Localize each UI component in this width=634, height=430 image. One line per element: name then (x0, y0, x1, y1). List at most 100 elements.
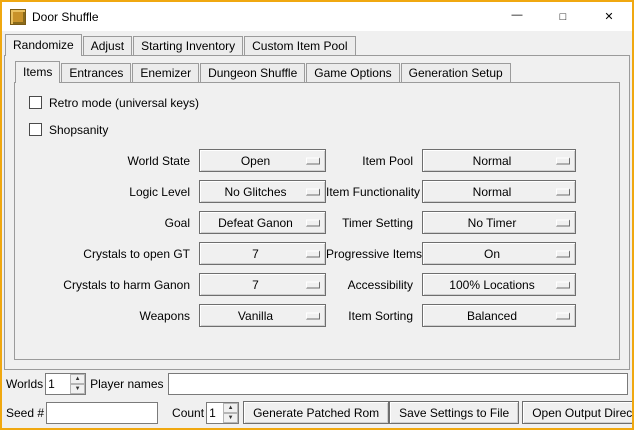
crystals-ganon-dropdown[interactable]: 7 (199, 273, 326, 296)
spin-down-icon[interactable]: ▼ (223, 413, 238, 423)
dropdown-indicator-icon (556, 281, 570, 288)
progressive-items-dropdown[interactable]: On (422, 242, 576, 265)
spin-down-icon[interactable]: ▼ (70, 384, 85, 394)
window-title: Door Shuffle (32, 10, 99, 24)
goal-label: Goal (19, 216, 199, 230)
weapons-dropdown[interactable]: Vanilla (199, 304, 326, 327)
item-pool-label: Item Pool (326, 154, 422, 168)
goal-value: Defeat Ganon (218, 216, 307, 230)
titlebar[interactable]: Door Shuffle — □ ✕ (2, 2, 632, 31)
minimize-icon: — (512, 9, 523, 21)
item-sorting-value: Balanced (467, 309, 531, 323)
dropdown-indicator-icon (556, 219, 570, 226)
seed-input[interactable] (46, 402, 158, 424)
accessibility-dropdown[interactable]: 100% Locations (422, 273, 576, 296)
crystals-gt-dropdown[interactable]: 7 (199, 242, 326, 265)
logic-level-row: Logic Level No Glitches (19, 180, 326, 203)
item-sorting-dropdown[interactable]: Balanced (422, 304, 576, 327)
randomize-pane: Items Entrances Enemizer Dungeon Shuffle… (4, 55, 630, 370)
item-pool-value: Normal (473, 154, 526, 168)
tab-randomize[interactable]: Randomize (5, 34, 82, 56)
tab-game-options[interactable]: Game Options (306, 63, 399, 82)
goal-dropdown[interactable]: Defeat Ganon (199, 211, 326, 234)
seed-row: Seed # Count ▲ ▼ Generate Patched Rom Sa… (6, 401, 628, 424)
progressive-items-row: Progressive Items On (326, 242, 576, 265)
world-state-dropdown[interactable]: Open (199, 149, 326, 172)
tab-items[interactable]: Items (15, 61, 60, 83)
weapons-row: Weapons Vanilla (19, 304, 326, 327)
sub-tab-bar: Items Entrances Enemizer Dungeon Shuffle… (14, 61, 620, 82)
player-names-label: Player names (90, 377, 163, 391)
player-names-input[interactable] (168, 373, 629, 395)
dropdown-indicator-icon (306, 157, 320, 164)
world-state-label: World State (19, 154, 199, 168)
accessibility-label: Accessibility (326, 278, 422, 292)
tab-enemizer[interactable]: Enemizer (132, 63, 199, 82)
minimize-button[interactable]: — (494, 2, 540, 31)
world-state-value: Open (241, 154, 284, 168)
dropdown-indicator-icon (306, 281, 320, 288)
item-sorting-row: Item Sorting Balanced (326, 304, 576, 327)
retro-mode-label: Retro mode (universal keys) (49, 96, 199, 110)
settings-grid: World State Open Logic Level No Glitches (19, 149, 615, 327)
dropdown-indicator-icon (556, 188, 570, 195)
tab-adjust[interactable]: Adjust (83, 36, 132, 55)
accessibility-value: 100% Locations (449, 278, 548, 292)
count-spin-arrows: ▲ ▼ (223, 403, 238, 423)
settings-column-left: World State Open Logic Level No Glitches (19, 149, 326, 327)
crystals-gt-row: Crystals to open GT 7 (19, 242, 326, 265)
bottom-bar: Worlds ▲ ▼ Player names Seed # Count (4, 373, 630, 424)
progressive-items-label: Progressive Items (326, 247, 422, 261)
logic-level-dropdown[interactable]: No Glitches (199, 180, 326, 203)
tab-dungeon-shuffle[interactable]: Dungeon Shuffle (200, 63, 305, 82)
retro-mode-checkbox[interactable] (29, 96, 42, 109)
settings-column-right: Item Pool Normal Item Functionality Norm… (326, 149, 576, 327)
worlds-row: Worlds ▲ ▼ Player names (6, 373, 628, 395)
crystals-ganon-row: Crystals to harm Ganon 7 (19, 273, 326, 296)
logic-level-value: No Glitches (224, 185, 300, 199)
worlds-spinner: ▲ ▼ (45, 373, 86, 395)
app-body: Randomize Adjust Starting Inventory Cust… (2, 31, 632, 428)
dropdown-indicator-icon (556, 312, 570, 319)
dropdown-indicator-icon (556, 157, 570, 164)
close-button[interactable]: ✕ (586, 2, 632, 31)
accessibility-row: Accessibility 100% Locations (326, 273, 576, 296)
generate-patched-rom-button[interactable]: Generate Patched Rom (243, 401, 389, 424)
tab-custom-item-pool[interactable]: Custom Item Pool (244, 36, 355, 55)
crystals-ganon-value: 7 (252, 278, 273, 292)
weapons-label: Weapons (19, 309, 199, 323)
weapons-value: Vanilla (238, 309, 287, 323)
maximize-button[interactable]: □ (540, 2, 586, 31)
open-output-directory-button[interactable]: Open Output Directory (522, 401, 634, 424)
item-functionality-label: Item Functionality (326, 185, 422, 199)
item-functionality-dropdown[interactable]: Normal (422, 180, 576, 203)
timer-setting-value: No Timer (468, 216, 531, 230)
shopsanity-checkbox[interactable] (29, 123, 42, 136)
app-icon (10, 9, 26, 25)
progressive-items-value: On (484, 247, 514, 261)
tab-generation-setup[interactable]: Generation Setup (401, 63, 511, 82)
items-pane: Retro mode (universal keys) Shopsanity W… (14, 82, 620, 360)
spin-up-icon[interactable]: ▲ (70, 374, 85, 384)
tab-starting-inventory[interactable]: Starting Inventory (133, 36, 243, 55)
dropdown-indicator-icon (306, 312, 320, 319)
caption-buttons: — □ ✕ (494, 2, 632, 31)
count-input[interactable] (207, 403, 223, 423)
tab-entrances[interactable]: Entrances (61, 63, 131, 82)
crystals-gt-label: Crystals to open GT (19, 247, 199, 261)
timer-setting-dropdown[interactable]: No Timer (422, 211, 576, 234)
app-window: Door Shuffle — □ ✕ Randomize Adjust Star… (0, 0, 634, 430)
seed-label: Seed # (6, 406, 44, 420)
shopsanity-label: Shopsanity (49, 123, 108, 137)
main-tab-bar: Randomize Adjust Starting Inventory Cust… (4, 34, 630, 55)
worlds-input[interactable] (46, 374, 70, 394)
item-pool-dropdown[interactable]: Normal (422, 149, 576, 172)
item-functionality-value: Normal (473, 185, 526, 199)
timer-setting-label: Timer Setting (326, 216, 422, 230)
save-settings-button[interactable]: Save Settings to File (389, 401, 519, 424)
world-state-row: World State Open (19, 149, 326, 172)
crystals-ganon-label: Crystals to harm Ganon (19, 278, 199, 292)
worlds-spin-arrows: ▲ ▼ (70, 374, 85, 394)
goal-row: Goal Defeat Ganon (19, 211, 326, 234)
spin-up-icon[interactable]: ▲ (223, 403, 238, 413)
